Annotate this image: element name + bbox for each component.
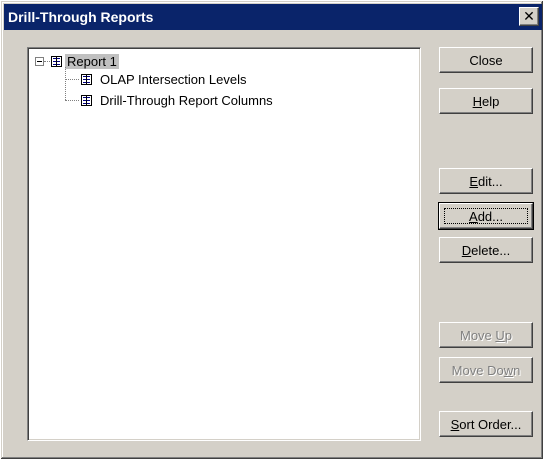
tree-connector xyxy=(44,61,50,62)
close-button[interactable]: Close xyxy=(439,47,533,73)
help-button[interactable]: Help xyxy=(439,88,533,114)
drill-through-reports-dialog: Drill-Through Reports ✕ Report 1 OLAP In… xyxy=(0,0,544,460)
tree-connector xyxy=(65,79,79,80)
focus-ring xyxy=(444,208,528,224)
move-up-button[interactable]: Move Up xyxy=(439,322,533,348)
tree-item-olap-intersection-levels[interactable]: OLAP Intersection Levels xyxy=(98,72,248,87)
table-icon xyxy=(81,95,92,106)
close-icon[interactable]: ✕ xyxy=(519,7,539,26)
report-icon xyxy=(51,56,62,67)
add-button[interactable]: Add... xyxy=(438,202,534,230)
tree-connector xyxy=(65,100,79,101)
tree-item-report-1[interactable]: Report 1 xyxy=(65,54,119,69)
table-icon xyxy=(81,74,92,85)
title-bar[interactable]: Drill-Through Reports ✕ xyxy=(4,4,542,30)
move-down-button[interactable]: Move Down xyxy=(439,357,533,383)
edit-button[interactable]: Edit... xyxy=(439,168,533,194)
tree-item-drill-through-report-columns[interactable]: Drill-Through Report Columns xyxy=(98,93,275,108)
tree-connector xyxy=(65,67,66,100)
window-title: Drill-Through Reports xyxy=(8,9,154,25)
collapse-icon[interactable] xyxy=(35,57,44,66)
delete-button[interactable]: Delete... xyxy=(439,237,533,263)
report-tree[interactable]: Report 1 OLAP Intersection Levels Drill-… xyxy=(27,47,421,441)
sort-order-button[interactable]: Sort Order... xyxy=(439,411,533,437)
